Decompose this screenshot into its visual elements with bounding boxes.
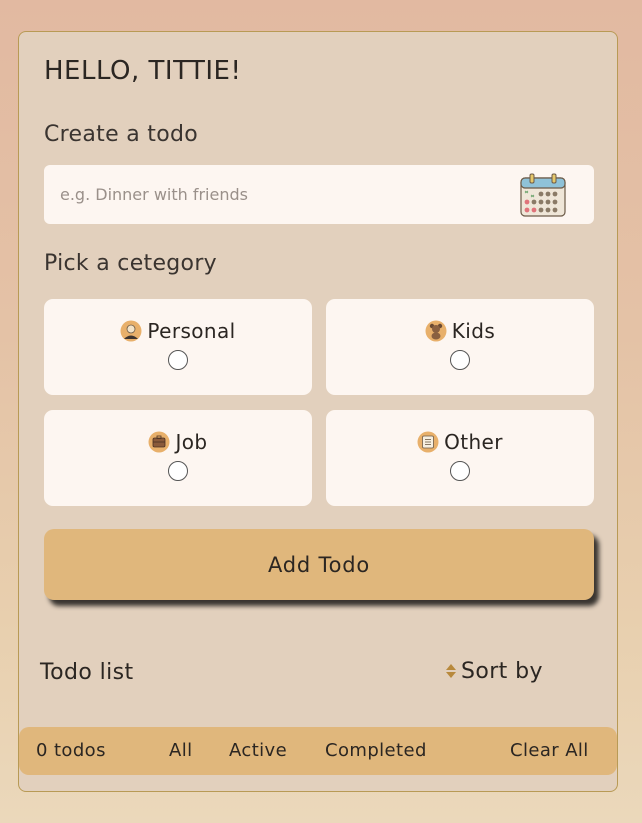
todo-list-title: Todo list (40, 660, 134, 685)
todo-card: HELLO, TITTIE! Create a todo Pick a cete… (18, 31, 618, 792)
category-label: Other (444, 430, 503, 454)
todo-footer: 0 todos All Active Completed Clear All (19, 727, 617, 775)
category-label: Job (175, 430, 208, 454)
category-kids[interactable]: Kids (326, 299, 594, 395)
person-icon (120, 320, 142, 342)
greeting-title: HELLO, TITTIE! (44, 56, 242, 86)
calendar-icon[interactable] (519, 173, 567, 219)
add-todo-button[interactable]: Add Todo (44, 529, 594, 600)
category-job[interactable]: Job (44, 410, 312, 506)
create-todo-label: Create a todo (44, 122, 198, 147)
sort-by-label: Sort by (461, 659, 543, 684)
category-radio[interactable] (450, 350, 470, 370)
category-radio[interactable] (450, 461, 470, 481)
category-personal[interactable]: Personal (44, 299, 312, 395)
category-label: Kids (451, 319, 496, 343)
briefcase-icon (148, 431, 170, 453)
clear-all-button[interactable]: Clear All (510, 740, 589, 761)
pick-category-label: Pick a cetegory (44, 251, 217, 276)
filter-active[interactable]: Active (229, 740, 287, 761)
filter-completed[interactable]: Completed (325, 740, 427, 761)
sort-by-control[interactable]: Sort by (445, 659, 543, 684)
todo-count: 0 todos (36, 740, 106, 761)
category-radio[interactable] (168, 461, 188, 481)
category-other[interactable]: Other (326, 410, 594, 506)
sort-arrows-icon (446, 664, 456, 678)
todo-input[interactable] (44, 165, 504, 224)
checklist-icon (417, 431, 439, 453)
teddy-bear-icon (425, 320, 447, 342)
todo-input-container (44, 165, 594, 224)
category-label: Personal (147, 319, 236, 343)
category-radio[interactable] (168, 350, 188, 370)
filter-all[interactable]: All (169, 740, 193, 761)
